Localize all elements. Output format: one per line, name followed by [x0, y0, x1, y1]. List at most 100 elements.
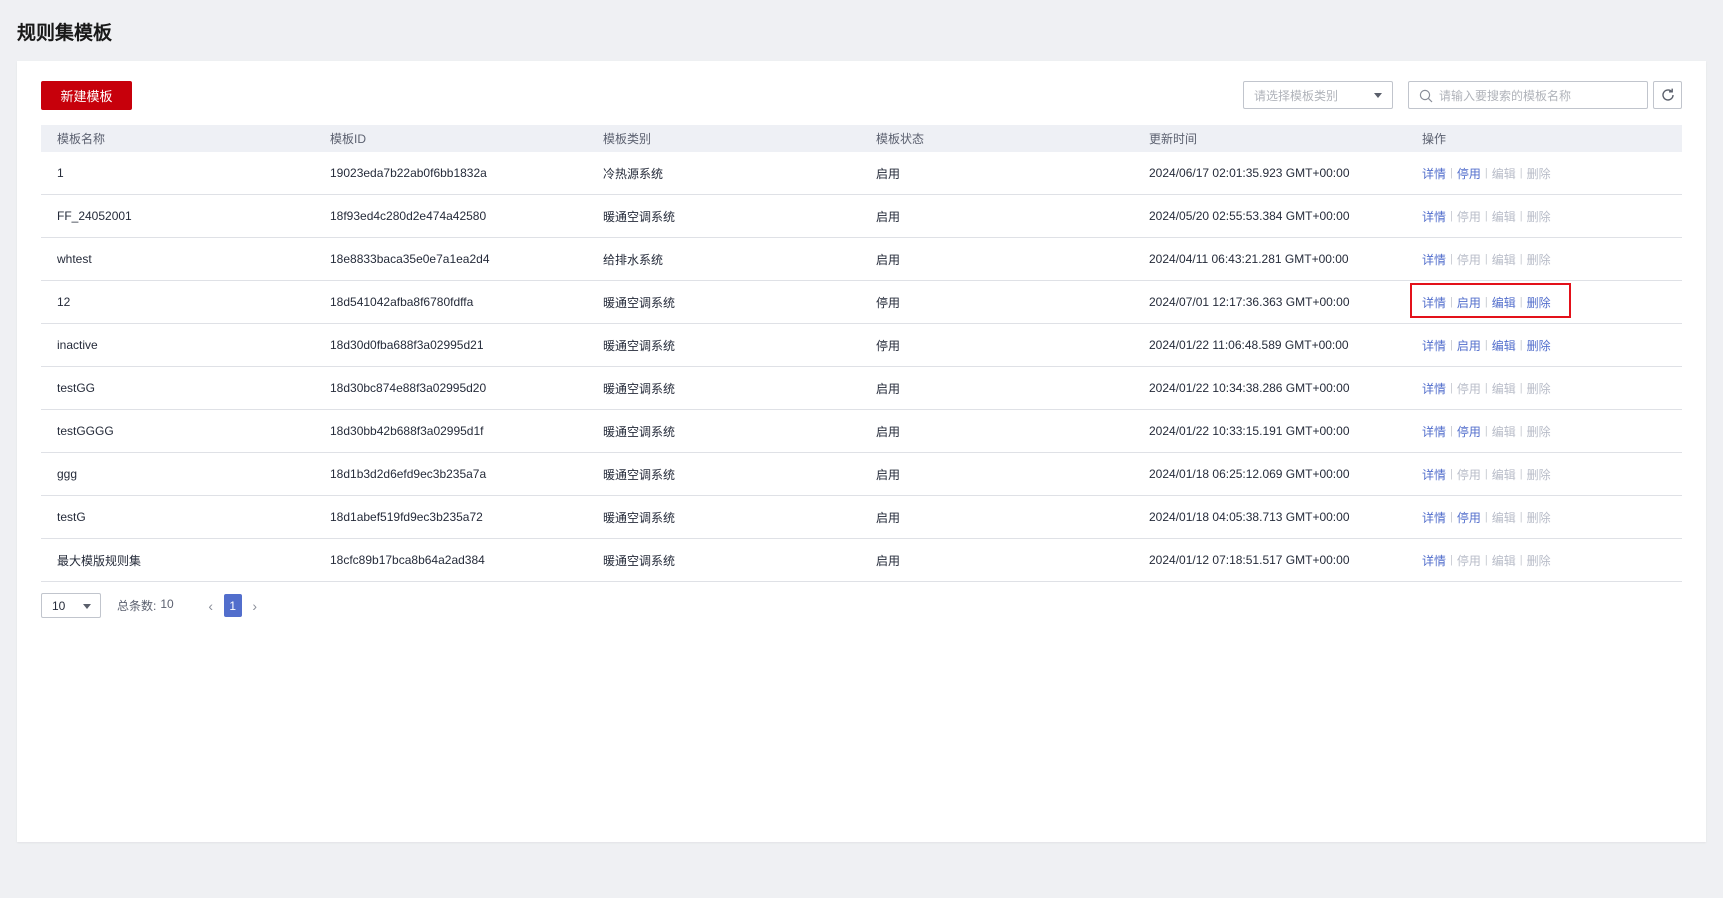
pagination: 10 总条数: 10 ‹ 1 ›	[41, 593, 264, 618]
edit-link[interactable]: 编辑	[1492, 337, 1516, 354]
cell-actions: 详情 | 停用 | 编辑 | 删除	[1406, 380, 1682, 397]
cell-updated-time: 2024/01/18 04:05:38.713 GMT+00:00	[1149, 510, 1350, 524]
template-type-placeholder: 请选择模板类别	[1254, 88, 1339, 103]
search-placeholder: 请输入要搜索的模板名称	[1439, 88, 1572, 103]
toggle-status-link: 停用	[1456, 467, 1481, 482]
cell-template-category: 给排水系统	[603, 252, 664, 267]
highlight-box	[1410, 282, 1571, 318]
action-separator: |	[1519, 210, 1523, 222]
cell-template-status: 启用	[876, 467, 901, 482]
detail-link[interactable]: 详情	[1422, 509, 1446, 526]
cell-template-id: 18d30bc874e88f3a02995d20	[330, 381, 487, 395]
cell-template-name: testGGGG	[57, 424, 114, 438]
action-separator: |	[1519, 554, 1523, 566]
action-separator: |	[1484, 425, 1488, 437]
table-row: 1 19023eda7b22ab0f6bb1832a 冷热源系统 启用 2024/06/…	[41, 152, 1682, 195]
detail-link[interactable]: 详情	[1422, 466, 1446, 483]
delete-link: 删除	[1526, 166, 1551, 181]
table-row: whtest 18e8833baca35e0e7a1ea2d4 给排水系统 启用 202…	[41, 238, 1682, 281]
delete-link: 删除	[1526, 381, 1551, 396]
cell-template-name: 12	[57, 295, 71, 309]
new-template-button[interactable]: 新建模板	[41, 81, 132, 110]
detail-link[interactable]: 详情	[1422, 423, 1446, 440]
cell-template-status: 启用	[876, 252, 901, 267]
cell-template-name: inactive	[57, 338, 98, 352]
cell-updated-time: 2024/01/22 10:33:15.191 GMT+00:00	[1149, 424, 1350, 438]
cell-template-name: FF_24052001	[57, 209, 132, 223]
header-template-id: 模板ID	[330, 132, 367, 146]
cell-actions: 详情 | 启用 | 编辑 | 删除	[1406, 282, 1682, 318]
cell-template-category: 冷热源系统	[603, 166, 664, 181]
cell-actions: 详情 | 停用 | 编辑 | 删除	[1406, 466, 1682, 483]
table-row: testGG 18d30bc874e88f3a02995d20 暖通空调系统 启用 20…	[41, 367, 1682, 410]
edit-link: 编辑	[1491, 209, 1516, 224]
page-number-button[interactable]: 1	[223, 594, 242, 617]
action-separator: |	[1450, 167, 1453, 179]
toggle-status-link[interactable]: 停用	[1457, 509, 1481, 526]
action-separator: |	[1519, 253, 1523, 265]
action-separator: |	[1519, 468, 1523, 480]
action-separator: |	[1519, 511, 1523, 523]
cell-actions: 详情 | 停用 | 编辑 | 删除	[1406, 423, 1682, 440]
cell-template-category: 暖通空调系统	[603, 424, 676, 439]
toggle-status-link[interactable]: 停用	[1457, 165, 1481, 182]
table-row: testG 18d1abef519fd9ec3b235a72 暖通空调系统 启用 202…	[41, 496, 1682, 539]
detail-link[interactable]: 详情	[1422, 337, 1446, 354]
refresh-button[interactable]	[1653, 81, 1682, 109]
edit-link: 编辑	[1491, 252, 1516, 267]
delete-link: 删除	[1526, 424, 1551, 439]
action-separator: |	[1450, 425, 1453, 437]
action-separator: |	[1450, 468, 1453, 480]
detail-link[interactable]: 详情	[1422, 208, 1446, 225]
detail-link[interactable]: 详情	[1422, 165, 1446, 182]
action-links: 详情 | 停用 | 编辑 | 删除	[1422, 208, 1551, 225]
cell-template-id: 18d1abef519fd9ec3b235a72	[330, 510, 483, 524]
caret-down-icon	[83, 604, 91, 609]
page-size-value: 10	[52, 598, 66, 613]
edit-link: 编辑	[1491, 166, 1516, 181]
cell-actions: 详情 | 启用 | 编辑 | 删除	[1406, 337, 1682, 354]
action-separator: |	[1450, 210, 1453, 222]
edit-link: 编辑	[1491, 424, 1516, 439]
action-separator: |	[1484, 167, 1488, 179]
cell-template-status: 停用	[876, 338, 901, 353]
page-title: 规则集模板	[17, 23, 113, 44]
detail-link[interactable]: 详情	[1422, 251, 1446, 268]
cell-updated-time: 2024/04/11 06:43:21.281 GMT+00:00	[1149, 252, 1349, 266]
refresh-icon	[1661, 88, 1674, 101]
action-separator: |	[1484, 253, 1488, 265]
detail-link[interactable]: 详情	[1422, 380, 1446, 397]
chevron-right-icon[interactable]: ›	[246, 598, 264, 614]
table-header: 模板名称 模板ID 模板类别 模板状态 更新时间 操作	[41, 125, 1682, 152]
toggle-status-link[interactable]: 启用	[1457, 337, 1481, 354]
action-separator: |	[1484, 339, 1488, 351]
template-search-input[interactable]: 请输入要搜索的模板名称	[1408, 81, 1648, 109]
action-separator: |	[1519, 339, 1523, 351]
cell-updated-time: 2024/07/01 12:17:36.363 GMT+00:00	[1149, 295, 1350, 309]
action-separator: |	[1519, 425, 1523, 437]
chevron-left-icon[interactable]: ‹	[202, 598, 220, 614]
template-type-select[interactable]: 请选择模板类别	[1243, 81, 1393, 109]
action-separator: |	[1484, 382, 1488, 394]
cell-template-status: 启用	[876, 166, 901, 181]
page-size-select[interactable]: 10	[41, 593, 101, 618]
action-links: 详情 | 停用 | 编辑 | 删除	[1422, 466, 1551, 483]
table-row: testGGGG 18d30bb42b688f3a02995d1f 暖通空调系统 启用…	[41, 410, 1682, 453]
cell-template-category: 暖通空调系统	[603, 295, 676, 310]
cell-template-id: 18e8833baca35e0e7a1ea2d4	[330, 252, 490, 266]
toggle-status-link[interactable]: 停用	[1457, 423, 1481, 440]
cell-template-name: testGG	[57, 381, 96, 395]
toggle-status-link: 停用	[1456, 381, 1481, 396]
detail-link[interactable]: 详情	[1422, 552, 1446, 569]
action-separator: |	[1519, 167, 1523, 179]
header-updated-time: 更新时间	[1149, 132, 1198, 146]
header-template-status: 模板状态	[876, 132, 925, 146]
cell-template-id: 18d1b3d2d6efd9ec3b235a7a	[330, 467, 487, 481]
toggle-status-link: 停用	[1456, 553, 1481, 568]
cell-template-status: 启用	[876, 381, 901, 396]
cell-template-id: 18cfc89b17bca8b64a2ad384	[330, 553, 485, 567]
header-actions: 操作	[1422, 132, 1447, 146]
delete-link[interactable]: 删除	[1527, 337, 1551, 354]
template-table: 模板名称 模板ID 模板类别 模板状态 更新时间 操作 1 19023eda7b2…	[41, 125, 1682, 582]
total-label: 总条数:	[117, 599, 157, 613]
